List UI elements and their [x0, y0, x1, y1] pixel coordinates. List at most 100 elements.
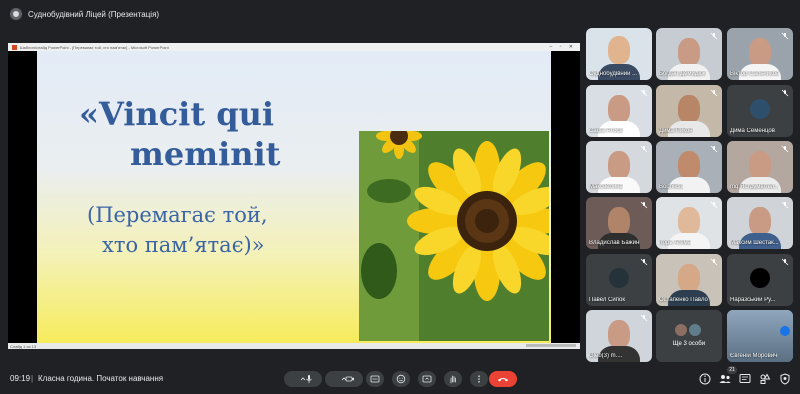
participant-tile[interactable]: Суднобудівний ...: [586, 28, 652, 80]
mic-off-icon: [710, 32, 718, 40]
participant-name: Павел Сипок: [589, 297, 625, 303]
meeting-title: Класна година. Початок навчання: [38, 374, 164, 383]
mic-off-icon: [640, 89, 648, 97]
person-head: [608, 36, 630, 64]
more-vert-icon: [478, 375, 480, 383]
mic-off-icon: [781, 258, 789, 266]
person-head: [608, 320, 630, 348]
emoji-icon: [396, 374, 406, 384]
info-icon[interactable]: [698, 372, 712, 386]
present-screen-icon: [422, 375, 432, 383]
captions-button[interactable]: [366, 371, 384, 387]
avatar: [750, 99, 770, 119]
person-head: [608, 95, 630, 123]
participant-count-badge: 21: [727, 366, 737, 374]
participant-name: Богдан Демидюк: [659, 71, 706, 77]
mic-off-icon: [710, 145, 718, 153]
participant-name: Дима Семенцов: [730, 128, 775, 134]
powerpoint-window-title: Шаблон/слайд PowerPoint - [Перемагає той…: [20, 44, 169, 50]
camera-icon: [345, 376, 354, 382]
participant-tile[interactable]: Наразський Ру...: [727, 254, 793, 306]
participant-tile[interactable]: Віктор Сальников: [727, 28, 793, 80]
participant-tile[interactable]: Павел Сипок: [586, 254, 652, 306]
slide-title-line2: meminit: [130, 135, 281, 173]
mic-off-icon: [640, 314, 648, 322]
zoom-slider[interactable]: [526, 344, 576, 347]
participant-tile[interactable]: mq Яструмвітел...: [727, 141, 793, 193]
people-icon[interactable]: [718, 372, 732, 386]
person-head: [678, 264, 700, 292]
more-participants-tile[interactable]: Ще 3 особи: [656, 310, 722, 362]
phone-hangup-icon: [498, 378, 508, 382]
slide-subtitle-line1: (Перемагає той,: [87, 203, 268, 227]
powerpoint-icon: [12, 44, 17, 50]
participant-tile[interactable]: Максвелина: [586, 141, 652, 193]
mic-off-icon: [781, 201, 789, 209]
person-head: [678, 38, 700, 66]
participant-tile[interactable]: Дима Семенцов: [727, 85, 793, 137]
participant-name: Gleb(3) m....: [589, 353, 623, 359]
participant-name: Максвелина: [589, 184, 623, 190]
activities-icon[interactable]: [758, 372, 772, 386]
powerpoint-titlebar: Шаблон/слайд PowerPoint - [Перемагає той…: [8, 43, 580, 51]
slide-subtitle-line2: хто пам’ятає)»: [102, 233, 265, 257]
person-head: [749, 151, 771, 179]
more-options-button[interactable]: [470, 371, 488, 387]
avatar: [750, 268, 770, 288]
participant-name: Дима Пикон: [659, 128, 693, 134]
participant-tile[interactable]: Bodhikss: [656, 141, 722, 193]
participant-name: Віктор Сальников: [730, 71, 780, 77]
reactions-button[interactable]: [392, 371, 410, 387]
mic-off-icon: [781, 145, 789, 153]
avatar: [674, 323, 688, 337]
mic-off-icon: [640, 145, 648, 153]
top-bar: Суднобудівний Ліцей (Презентація): [0, 0, 800, 28]
person-head: [749, 38, 771, 66]
person-head: [678, 95, 700, 123]
sunflower-image: [359, 131, 549, 341]
participant-name: Владислав Бажин: [589, 240, 640, 246]
bottom-bar: 09:19 | Класна година. Початок навчання: [0, 364, 800, 394]
participant-name: Ігорь Агема: [659, 240, 692, 246]
participant-tile[interactable]: Остапенко Павло: [656, 254, 722, 306]
participant-tile[interactable]: Владислав Бажин: [586, 197, 652, 249]
participant-tile[interactable]: Богдан Демидюк: [656, 28, 722, 80]
meet-window: Суднобудівний Ліцей (Презентація) Шаблон…: [0, 0, 800, 394]
participant-tile[interactable]: Дима Пикон: [656, 85, 722, 137]
participant-name: Остапенко Павло: [659, 297, 708, 303]
participant-tile[interactable]: Максим Шестак...: [727, 197, 793, 249]
person-head: [678, 151, 700, 179]
mic-off-icon: [710, 201, 718, 209]
avatar: [609, 268, 629, 288]
window-controls-icon: – ▫ ✕: [549, 44, 576, 50]
participant-name: Наразський Ру...: [730, 297, 776, 303]
person-head: [749, 207, 771, 235]
presentation-icon: [10, 8, 22, 20]
shared-screen[interactable]: Шаблон/слайд PowerPoint - [Перемагає той…: [8, 43, 580, 349]
participant-name: Суднобудівний ...: [589, 71, 638, 77]
captions-icon: [370, 375, 380, 383]
participant-name: Bodhikss: [659, 184, 684, 190]
participant-tile[interactable]: Ігорь Агема: [656, 197, 722, 249]
person-head: [608, 151, 630, 179]
person-head: [608, 207, 630, 235]
mic-off-icon: [781, 32, 789, 40]
raise-hand-button[interactable]: [444, 371, 462, 387]
slide-title-line1: «Vincit qui: [79, 95, 275, 133]
person-head: [678, 207, 700, 235]
mic-button[interactable]: [284, 371, 322, 387]
participant-tile[interactable]: Саша Атосв: [586, 85, 652, 137]
speaking-indicator-icon: [780, 326, 790, 336]
host-controls-icon[interactable]: [778, 372, 792, 386]
participant-tile-self[interactable]: Євгеній Морович: [727, 310, 793, 362]
chat-icon[interactable]: [738, 372, 752, 386]
mic-off-icon: [710, 258, 718, 266]
present-button[interactable]: [418, 371, 436, 387]
slide: «Vincit qui meminit (Перемагає той, хто …: [37, 51, 551, 343]
end-call-button[interactable]: [489, 371, 517, 387]
camera-button[interactable]: [325, 371, 363, 387]
participant-tile[interactable]: Gleb(3) m....: [586, 310, 652, 362]
avatar: [688, 323, 702, 337]
participant-avatars: [674, 323, 704, 337]
slide-counter: Слайд 1 из 13: [10, 343, 37, 349]
